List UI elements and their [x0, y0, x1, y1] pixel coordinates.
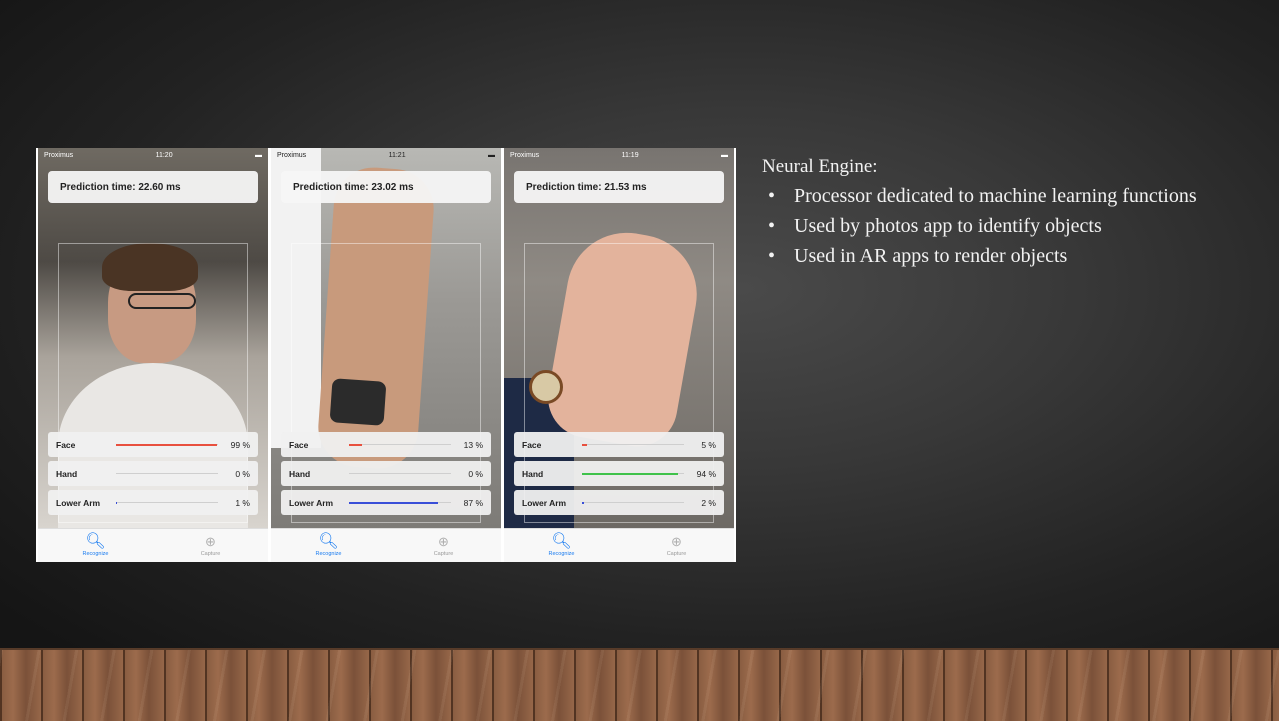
wood-floor — [0, 648, 1279, 721]
tab-label: Recognize — [315, 551, 342, 557]
bar-lower-arm: Lower Arm 87 % — [281, 490, 491, 515]
bullet-item: Used in AR apps to render objects — [762, 244, 1262, 269]
prediction-time: Prediction time: 23.02 ms — [281, 171, 491, 203]
bar-fill — [582, 443, 588, 446]
bar-percent: 1 % — [235, 497, 250, 508]
tab-label: Capture — [433, 551, 454, 557]
prediction-bars: Face 5 % Hand 94 % Lower Arm 2 % — [514, 432, 724, 519]
tab-label: Capture — [666, 551, 687, 557]
slide-text: Neural Engine: Processor dedicated to ma… — [762, 156, 1262, 274]
bar-hand: Hand 94 % — [514, 461, 724, 486]
bar-percent: 99 % — [230, 439, 250, 450]
tab-bar: 🔍︎ Recognize ⊕ Capture — [271, 528, 501, 562]
bar-label: Lower Arm — [522, 497, 567, 508]
carrier-label: Proximus — [44, 151, 74, 159]
bar-label: Face — [522, 439, 542, 450]
clock-label: 11:20 — [155, 151, 173, 159]
bar-lower-arm: Lower Arm 2 % — [514, 490, 724, 515]
bar-track — [582, 443, 684, 446]
bar-label: Hand — [289, 468, 311, 479]
bar-percent: 0 % — [468, 468, 483, 479]
bullet-list: Processor dedicated to machine learning … — [762, 184, 1262, 269]
battery-icon: ▬ — [721, 151, 728, 159]
tab-bar: 🔍︎ Recognize ⊕ Capture — [38, 528, 268, 562]
search-icon: 🔍︎ — [85, 533, 106, 550]
bar-track — [116, 473, 218, 474]
bar-track — [582, 472, 684, 475]
status-bar: Proximus 11:19 ▬ — [504, 148, 734, 162]
bar-fill — [582, 501, 585, 504]
bar-track — [349, 501, 451, 504]
bar-track — [582, 501, 684, 504]
tab-label: Capture — [200, 551, 221, 557]
phone-hand: Proximus 11:19 ▬ Prediction time: 21.53 … — [504, 148, 734, 562]
bar-track — [116, 443, 218, 446]
tab-label: Recognize — [548, 551, 575, 557]
add-circle-icon: ⊕ — [438, 534, 449, 549]
bar-hand: Hand 0 % — [48, 461, 258, 486]
prediction-time: Prediction time: 22.60 ms — [48, 171, 258, 203]
bar-fill — [349, 501, 438, 504]
carrier-label: Proximus — [277, 151, 307, 159]
tab-recognize[interactable]: 🔍︎ Recognize — [38, 529, 153, 562]
status-bar: Proximus 11:21 ▬ — [271, 148, 501, 162]
phone-lower-arm: Proximus 11:21 ▬ Prediction time: 23.02 … — [271, 148, 501, 562]
bar-label: Face — [289, 439, 309, 450]
search-icon: 🔍︎ — [551, 533, 572, 550]
tab-recognize[interactable]: 🔍︎ Recognize — [504, 529, 619, 562]
battery-icon: ▬ — [488, 151, 495, 159]
bullet-item: Processor dedicated to machine learning … — [762, 184, 1262, 209]
bar-track — [116, 501, 218, 504]
bar-percent: 87 % — [463, 497, 483, 508]
bar-percent: 13 % — [463, 439, 483, 450]
tab-capture[interactable]: ⊕ Capture — [153, 529, 268, 562]
bar-hand: Hand 0 % — [281, 461, 491, 486]
bar-percent: 5 % — [701, 439, 716, 450]
bar-label: Hand — [522, 468, 544, 479]
slide-heading: Neural Engine: — [762, 156, 878, 177]
phone-screenshots: Proximus 11:20 ▬ Prediction time: 22.60 … — [36, 148, 736, 562]
prediction-time: Prediction time: 21.53 ms — [514, 171, 724, 203]
bar-fill — [349, 443, 363, 446]
clock-label: 11:19 — [621, 151, 639, 159]
tab-recognize[interactable]: 🔍︎ Recognize — [271, 529, 386, 562]
bar-fill — [582, 472, 678, 475]
bar-label: Lower Arm — [56, 497, 101, 508]
tab-capture[interactable]: ⊕ Capture — [386, 529, 501, 562]
bar-face: Face 5 % — [514, 432, 724, 457]
bar-fill — [116, 443, 217, 446]
bar-label: Face — [56, 439, 76, 450]
search-icon: 🔍︎ — [318, 533, 339, 550]
bar-lower-arm: Lower Arm 1 % — [48, 490, 258, 515]
prediction-bars: Face 99 % Hand 0 % Lower Arm 1 % — [48, 432, 258, 519]
tab-capture[interactable]: ⊕ Capture — [619, 529, 734, 562]
bullet-item: Used by photos app to identify objects — [762, 214, 1262, 239]
bar-percent: 0 % — [235, 468, 250, 479]
bar-face: Face 13 % — [281, 432, 491, 457]
bar-face: Face 99 % — [48, 432, 258, 457]
status-bar: Proximus 11:20 ▬ — [38, 148, 268, 162]
bar-percent: 94 % — [696, 468, 716, 479]
add-circle-icon: ⊕ — [671, 534, 682, 549]
carrier-label: Proximus — [510, 151, 540, 159]
tab-bar: 🔍︎ Recognize ⊕ Capture — [504, 528, 734, 562]
bar-label: Hand — [56, 468, 78, 479]
clock-label: 11:21 — [388, 151, 406, 159]
bar-label: Lower Arm — [289, 497, 334, 508]
bar-track — [349, 473, 451, 474]
battery-icon: ▬ — [255, 151, 262, 159]
bar-fill — [116, 501, 118, 504]
add-circle-icon: ⊕ — [205, 534, 216, 549]
slide-background: Proximus 11:20 ▬ Prediction time: 22.60 … — [0, 0, 1279, 721]
prediction-bars: Face 13 % Hand 0 % Lower Arm 87 % — [281, 432, 491, 519]
tab-label: Recognize — [82, 551, 109, 557]
bar-percent: 2 % — [701, 497, 716, 508]
phone-face: Proximus 11:20 ▬ Prediction time: 22.60 … — [38, 148, 268, 562]
floor-grain — [0, 650, 1279, 721]
bar-track — [349, 443, 451, 446]
